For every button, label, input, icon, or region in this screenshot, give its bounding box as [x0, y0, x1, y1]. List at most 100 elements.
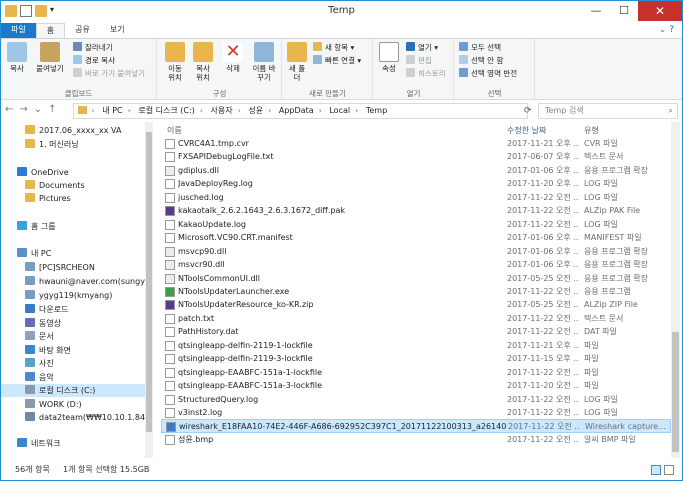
nav-item[interactable]: OneDrive: [1, 166, 145, 179]
delete-button[interactable]: ✕ 삭제: [222, 42, 244, 73]
nav-scrollbar-thumb[interactable]: [146, 132, 152, 432]
nav-item[interactable]: 네트워크: [1, 437, 145, 450]
nav-item[interactable]: WORK (D:): [1, 398, 145, 411]
dll-icon: [165, 165, 175, 176]
file-list-scrollbar-thumb[interactable]: [672, 332, 679, 452]
maximize-button[interactable]: ☐: [610, 1, 638, 21]
nav-item[interactable]: 홈 그룹: [1, 220, 145, 233]
column-header-type[interactable]: 유형: [584, 125, 599, 136]
file-row[interactable]: PathHistory.dat 2017-11-22 오전 ... DAT 파일: [161, 325, 671, 339]
file-row[interactable]: gdiplus.dll 2017-01-06 오후 ... 응용 프로그램 확장: [161, 164, 671, 178]
file-row[interactable]: Microsoft.VC90.CRT.manifest 2017-01-06 오후…: [161, 231, 671, 245]
copy-path-button[interactable]: 경로 복사: [73, 55, 115, 67]
new-folder-button[interactable]: 새 폴더: [287, 42, 307, 82]
nav-item[interactable]: 문서: [1, 330, 145, 343]
file-type: 응용 프로그램 확장: [584, 273, 648, 283]
rename-button[interactable]: 이름 바꾸기: [250, 42, 278, 82]
nav-item-label: hwauni@naver.com(sungyun: [39, 277, 145, 286]
file-row[interactable]: qtsingleapp-EAABFC-151a-3-lockfile 2017-1…: [161, 379, 671, 393]
history-button[interactable]: 히스토리: [406, 68, 446, 80]
file-row[interactable]: JavaDeployReg.log 2017-11-20 오후 ... LOG 파일: [161, 177, 671, 191]
file-row[interactable]: wireshark_E18FAA10-74E2-446F-A686-692952…: [161, 419, 671, 433]
nav-scrollbar[interactable]: [145, 122, 153, 458]
file-row[interactable]: msvcp90.dll 2017-01-06 오후 ... 응용 프로그램 확장: [161, 245, 671, 259]
nav-item[interactable]: hwauni@naver.com(sungyun: [1, 275, 145, 288]
nav-item[interactable]: 다운로드: [1, 303, 145, 316]
nav-item[interactable]: data2team(₩₩10.10.1.84) (Z: [1, 411, 145, 424]
recent-dropdown-icon[interactable]: ⌄: [34, 104, 42, 115]
tab-view[interactable]: 보기: [100, 23, 135, 39]
tab-file[interactable]: 파일: [1, 23, 36, 39]
file-row[interactable]: NToolsUpdaterLauncher.exe 2017-11-22 오전 .…: [161, 285, 671, 299]
easy-access-button[interactable]: 빠른 연결 ▾: [313, 55, 361, 67]
minimize-button[interactable]: —: [582, 1, 610, 21]
breadcrumb-user[interactable]: 성윤: [248, 106, 263, 115]
search-input[interactable]: Temp 검색 ⌕: [538, 103, 678, 119]
help-icon[interactable]: ⌄ ?: [659, 25, 674, 35]
file-row[interactable]: KakaoUpdate.log 2017-11-22 오전 ... LOG 파일: [161, 218, 671, 232]
paste-shortcut-button[interactable]: 바로 가기 붙여넣기: [73, 68, 145, 80]
breadcrumb-local[interactable]: Local: [329, 106, 350, 115]
nav-item-label: ygyg119(kmyang): [39, 291, 113, 300]
file-list-scrollbar[interactable]: [671, 122, 680, 458]
nav-item[interactable]: 내 PC: [1, 247, 145, 260]
nav-item[interactable]: 2017.06_xxxx_xx VA: [1, 124, 145, 137]
breadcrumb-appdata[interactable]: AppData: [279, 106, 314, 115]
file-name: 성윤.bmp: [178, 434, 214, 444]
move-to-button[interactable]: 이동 위치: [164, 42, 186, 82]
breadcrumb-c-drive[interactable]: 로컬 디스크 (C:): [138, 106, 194, 115]
select-all-button[interactable]: 모두 선택: [459, 42, 501, 54]
file-row[interactable]: CVRC4A1.tmp.cvr 2017-11-21 오후 ... CVR 파일: [161, 137, 671, 151]
paste-button[interactable]: 붙여넣기: [35, 42, 65, 73]
file-row[interactable]: qtsingleapp-EAABFC-151a-1-lockfile 2017-1…: [161, 366, 671, 380]
file-row[interactable]: StructuredQuery.log 2017-11-22 오전 ... LOG …: [161, 393, 671, 407]
file-row[interactable]: qtsingleapp-delfin-2119-1-lockfile 2017-1…: [161, 339, 671, 353]
details-view-icon[interactable]: [651, 465, 661, 475]
nav-item[interactable]: Documents: [1, 179, 145, 192]
tab-home[interactable]: 홈: [35, 23, 66, 39]
invert-selection-button[interactable]: 선택 영역 반전: [459, 68, 517, 80]
nav-item[interactable]: 로컬 디스크 (C:): [1, 384, 145, 397]
copy-button[interactable]: 복사: [5, 42, 29, 73]
open-button[interactable]: 열기 ▾: [406, 42, 438, 54]
breadcrumb-this-pc[interactable]: 내 PC: [102, 106, 122, 115]
nav-item[interactable]: 사진: [1, 357, 145, 370]
column-header-date[interactable]: 수정한 날짜: [507, 125, 546, 136]
file-row[interactable]: FXSAPIDebugLogFile.txt 2017-06-07 오후 ... 텍…: [161, 150, 671, 164]
properties-button[interactable]: 속성: [378, 42, 400, 73]
file-row[interactable]: msvcr90.dll 2017-01-06 오후 ... 응용 프로그램 확장: [161, 258, 671, 272]
select-none-button[interactable]: 선택 안 함: [459, 55, 503, 67]
breadcrumb-temp[interactable]: Temp: [366, 106, 387, 115]
close-button[interactable]: ✕: [638, 1, 682, 21]
refresh-icon[interactable]: ⟳: [524, 106, 532, 116]
nav-item[interactable]: [PC]SRCHEON: [1, 261, 145, 274]
file-row[interactable]: v3inst2.log 2017-11-22 오전 ... LOG 파일: [161, 406, 671, 420]
edit-button[interactable]: 편집: [406, 55, 432, 67]
address-bar[interactable]: › 내 PC › 로컬 디스크 (C:) › 사용자 › 성윤 › AppData › L…: [73, 103, 528, 119]
nav-item[interactable]: 동영상: [1, 317, 145, 330]
file-row[interactable]: 성윤.bmp 2017-11-22 오전 ... 알씨 BMP 파일: [161, 433, 671, 447]
file-row[interactable]: jusched.log 2017-11-22 오전 ... LOG 파일: [161, 191, 671, 205]
file-type: 파일: [584, 381, 599, 391]
column-header-name[interactable]: 이름: [167, 125, 182, 136]
file-row[interactable]: patch.txt 2017-11-22 오전 ... 텍스트 문서: [161, 312, 671, 326]
back-arrow-icon[interactable]: ←: [5, 104, 13, 115]
forward-arrow-icon[interactable]: →: [19, 104, 27, 115]
search-icon: ⌕: [668, 106, 673, 115]
file-row[interactable]: NToolsUpdaterResource_ko-KR.zip 2017-05-2…: [161, 298, 671, 312]
breadcrumb-users[interactable]: 사용자: [211, 106, 233, 115]
new-item-button[interactable]: 새 항목 ▾: [313, 42, 354, 54]
nav-item[interactable]: Pictures: [1, 192, 145, 205]
nav-item[interactable]: 바탕 화면: [1, 344, 145, 357]
file-row[interactable]: kakaotalk_2.6.2.1643_2.6.3.1672_diff.pak…: [161, 204, 671, 218]
copy-to-button[interactable]: 복사 위치: [192, 42, 214, 82]
file-row[interactable]: qtsingleapp-delfin-2119-3-lockfile 2017-1…: [161, 352, 671, 366]
tab-share[interactable]: 공유: [65, 23, 100, 39]
nav-item[interactable]: 1. 머신러닝: [1, 138, 145, 151]
file-row[interactable]: NToolsCommonUI.dll 2017-05-25 오전 ... 응용 프로…: [161, 272, 671, 286]
large-icons-view-icon[interactable]: [664, 465, 674, 475]
up-arrow-icon[interactable]: ↑: [48, 104, 56, 115]
cut-button[interactable]: 잘라내기: [73, 42, 113, 54]
nav-item[interactable]: ygyg119(kmyang): [1, 289, 145, 302]
nav-item[interactable]: 음악: [1, 371, 145, 384]
